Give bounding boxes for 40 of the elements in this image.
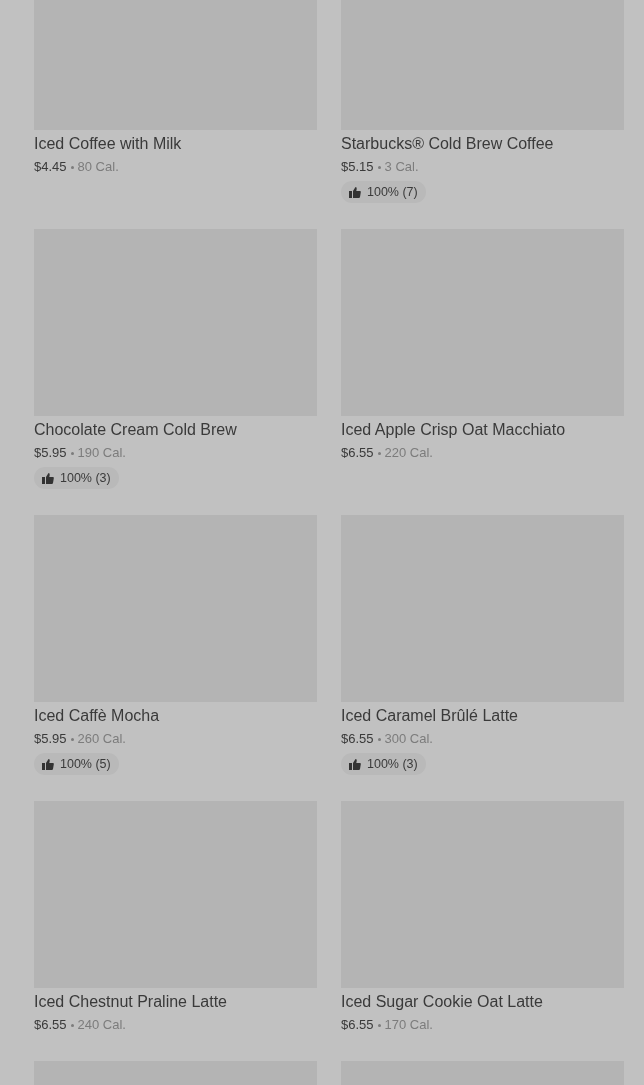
separator-dot-icon: [377, 1023, 381, 1027]
item-name[interactable]: Iced Sugar Cookie Oat Latte: [341, 992, 543, 1012]
thumbs-up-icon: [349, 186, 361, 198]
rating-badge: 100% (7): [341, 181, 426, 203]
rating-badge: 100% (5): [34, 753, 119, 775]
separator-dot-icon: [70, 737, 74, 741]
separator-dot-icon: [377, 737, 381, 741]
item-name[interactable]: Iced Coffee with Milk: [34, 134, 182, 154]
price: $6.55: [341, 1016, 374, 1034]
item-name[interactable]: Chocolate Cream Cold Brew: [34, 420, 237, 440]
separator-dot-icon: [70, 451, 74, 455]
thumbs-up-icon: [349, 758, 361, 770]
rating-badge: 100% (3): [341, 753, 426, 775]
thumbs-up-icon: [42, 472, 54, 484]
price: $6.55: [34, 1016, 67, 1034]
calories: 300 Cal.: [384, 730, 433, 748]
calories: 3 Cal.: [384, 158, 419, 176]
price: $6.55: [341, 730, 374, 748]
rating-badge: 100% (3): [34, 467, 119, 489]
item-name[interactable]: Iced Caramel Brûlé Latte: [341, 706, 518, 726]
calories: 220 Cal.: [384, 444, 433, 462]
separator-dot-icon: [70, 165, 74, 169]
separator-dot-icon: [70, 1023, 74, 1027]
calories: 170 Cal.: [384, 1016, 433, 1034]
item-name[interactable]: Starbucks® Cold Brew Coffee: [341, 134, 554, 154]
calories: 190 Cal.: [77, 444, 126, 462]
item-name[interactable]: Iced Caffè Mocha: [34, 706, 160, 726]
calories: 80 Cal.: [77, 158, 119, 176]
price: $5.15: [341, 158, 374, 176]
price: $5.95: [34, 730, 67, 748]
separator-dot-icon: [377, 165, 381, 169]
price: $4.45: [34, 158, 67, 176]
price: $6.55: [341, 444, 374, 462]
price: $5.95: [34, 444, 67, 462]
item-name[interactable]: Iced Apple Crisp Oat Macchiato: [341, 420, 566, 440]
thumbs-up-icon: [42, 758, 54, 770]
separator-dot-icon: [377, 451, 381, 455]
calories: 260 Cal.: [77, 730, 126, 748]
calories: 240 Cal.: [77, 1016, 126, 1034]
item-name[interactable]: Iced Chestnut Praline Latte: [34, 992, 227, 1012]
